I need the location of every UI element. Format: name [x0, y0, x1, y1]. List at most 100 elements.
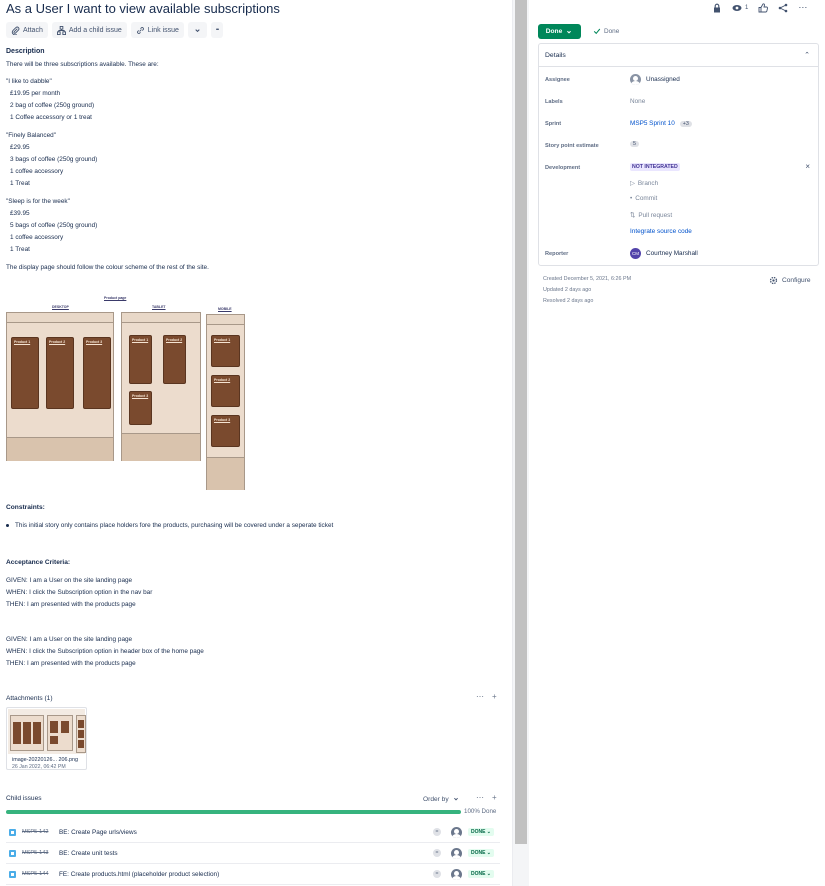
child-issue-key[interactable]: MSP5-144: [22, 871, 59, 877]
status-badge[interactable]: DONE ⌄: [467, 849, 494, 857]
display-note: The display page should follow the colou…: [6, 264, 209, 271]
mockup-card-label: Product 3: [86, 340, 103, 344]
chevron-up-icon[interactable]: ⌃: [804, 51, 810, 59]
desktop-frame: Product 1 Product 2 Product 3: [6, 312, 114, 461]
mockup-card-label: Product 2: [49, 340, 66, 344]
pull-request-icon: ⇅: [630, 212, 636, 219]
mockup-title: Product page: [104, 296, 127, 300]
assignee-value: Unassigned: [646, 76, 680, 83]
more-icon[interactable]: ⋯: [476, 793, 484, 802]
order-by-button[interactable]: Order by: [423, 795, 460, 803]
labels-value[interactable]: None: [630, 98, 645, 105]
mockup-footer: [207, 457, 244, 490]
status-badge[interactable]: DONE ⌄: [467, 870, 494, 878]
configure-button[interactable]: Configure: [769, 276, 811, 285]
constraint-text: This initial story only contains place h…: [15, 522, 334, 529]
criteria-line: WHEN: I click the Subscription option in…: [6, 589, 153, 596]
child-issue-row[interactable]: MSP5-143 BE: Create unit tests = DONE ⌄: [6, 843, 500, 864]
mockup-header: [122, 313, 200, 323]
constraint-item: This initial story only contains place h…: [6, 522, 333, 529]
mockup-footer: [122, 433, 200, 461]
child-issues-actions: ⋯ +: [476, 793, 497, 802]
commit-label: Commit: [635, 195, 658, 202]
resolution-indicator: Done: [593, 27, 619, 35]
plan-name: "I like to dabble": [6, 78, 52, 85]
child-issue-row[interactable]: MSP5-144 FE: Create products.html (place…: [6, 864, 500, 885]
details-heading[interactable]: Details: [545, 52, 566, 59]
thumbs-up-icon[interactable]: [758, 2, 769, 13]
add-icon[interactable]: +: [492, 692, 497, 701]
integrate-source-link[interactable]: Integrate source code: [630, 228, 692, 235]
lock-icon[interactable]: [712, 3, 722, 13]
created-date: Created December 5, 2021, 6:26 PM: [543, 276, 632, 282]
attachment-thumbnail: [8, 709, 86, 754]
link-issue-dropdown[interactable]: [187, 22, 207, 38]
avatar[interactable]: [450, 847, 462, 859]
chevron-down-icon: [567, 30, 572, 34]
assignee-field[interactable]: Unassigned: [630, 74, 680, 85]
mockup-card-label: Product 1: [214, 338, 231, 342]
mockup-card-label: Product 3: [132, 394, 149, 398]
plan-item: 1 Treat: [10, 180, 30, 187]
more-icon[interactable]: ⋯: [798, 2, 807, 13]
branch-label: Branch: [637, 179, 659, 187]
link-issue-button[interactable]: Link issue: [130, 22, 184, 38]
reporter-name: Courtney Marshall: [646, 250, 698, 257]
mockup-card-label: Product 1: [14, 340, 31, 344]
paperclip-icon: [11, 26, 20, 35]
mockup-card: Product 3: [211, 415, 240, 447]
avatar[interactable]: [450, 826, 462, 838]
mockup-header: [207, 315, 244, 325]
watch-button[interactable]: 1: [732, 3, 748, 13]
criteria-line: WHEN: I click the Subscription option in…: [6, 648, 204, 655]
status-badge[interactable]: DONE ⌄: [467, 828, 494, 836]
subtask-icon: [9, 870, 16, 878]
mockup-card: Product 3: [129, 391, 152, 425]
divider: [539, 66, 818, 67]
add-child-issue-label: Add a child issue: [68, 26, 122, 34]
sprint-more-badge[interactable]: +3: [679, 120, 692, 127]
subtask-icon: [9, 828, 16, 836]
reporter-field[interactable]: CM Courtney Marshall: [630, 248, 698, 259]
chevron-down-icon: [195, 28, 200, 32]
scrollbar-thumb[interactable]: [515, 0, 527, 844]
link-issue-label: Link issue: [147, 26, 179, 34]
wireframe-image[interactable]: Product page DESKTOP TABLET MOBILE Produ…: [6, 294, 246, 490]
branch-icon: ▷: [630, 180, 635, 187]
add-child-issue-button[interactable]: Add a child issue: [51, 22, 127, 38]
close-icon[interactable]: ×: [805, 162, 810, 171]
mobile-label: MOBILE: [218, 307, 232, 311]
avatar[interactable]: [450, 868, 462, 880]
child-issue-key[interactable]: MSP5-142: [22, 829, 59, 835]
updated-date: Updated 2 days ago: [543, 287, 592, 293]
mockup-card-label: Product 1: [132, 338, 149, 342]
issue-dates: Created December 5, 2021, 6:26 PM Update…: [543, 274, 631, 307]
avatar: [630, 74, 641, 85]
share-icon[interactable]: [778, 3, 788, 13]
add-icon[interactable]: +: [492, 793, 497, 802]
status-transition-button[interactable]: Done: [538, 24, 581, 39]
child-issue-row[interactable]: MSP5-142 BE: Create Page urls/views = DO…: [6, 822, 500, 843]
child-issues-heading: Child issues: [6, 795, 42, 802]
tablet-frame: Product 1 Product 2 Product 3: [121, 312, 201, 461]
child-issue-summary[interactable]: BE: Create Page urls/views: [59, 829, 433, 836]
child-issue-summary[interactable]: BE: Create unit tests: [59, 850, 433, 857]
issue-title[interactable]: As a User I want to view available subsc…: [6, 1, 280, 16]
progress-label: 100% Done: [464, 808, 497, 815]
pull-request-label: Pull request: [638, 211, 673, 219]
sprint-link[interactable]: MSP5 Sprint 10: [630, 120, 675, 127]
mockup-card-label: Product 3: [214, 418, 231, 422]
mockup-card-label: Product 2: [166, 338, 183, 342]
more-icon[interactable]: ⋯: [476, 692, 484, 701]
attachment-card[interactable]: image-20220126... 206.png 26 Jan 2022, 0…: [6, 707, 87, 770]
more-actions-button[interactable]: •••: [210, 22, 224, 38]
child-issue-key[interactable]: MSP5-143: [22, 850, 59, 856]
story-points-field[interactable]: 5: [630, 141, 639, 147]
mockup-card: Product 1: [211, 335, 240, 367]
constraints-heading: Constraints:: [6, 504, 45, 511]
plan-item: £19.95 per month: [10, 90, 61, 97]
attach-button[interactable]: Attach: [6, 22, 48, 38]
watch-count: 1: [745, 4, 749, 11]
child-issue-summary[interactable]: FE: Create products.html (placeholder pr…: [59, 871, 433, 878]
tablet-label: TABLET: [152, 305, 166, 309]
